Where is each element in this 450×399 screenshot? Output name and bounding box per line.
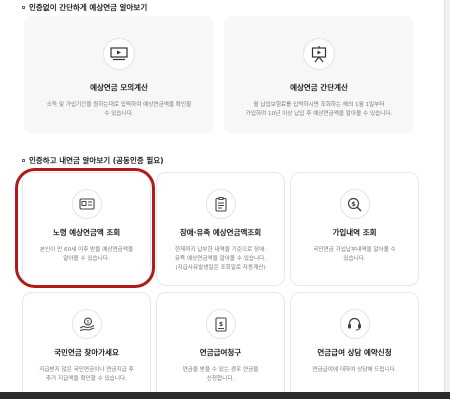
card-description: 지급받지 않은 국민연금이나 연금지급 후 추가 지급액을 확인할 수 있습니다… <box>39 367 134 382</box>
card-title: 가입내역 조회 <box>332 228 377 237</box>
presentation-play-icon <box>303 38 335 70</box>
card-description: 연금을 받을 수 있는 경우 연금을 신청합니다. <box>182 367 259 382</box>
svg-text:$: $ <box>218 321 222 328</box>
card-title: 연금급여청구 <box>199 348 242 357</box>
hand-coin-icon: $ <box>71 309 102 339</box>
card-enrollment-history[interactable]: $ 가입내역 조회 국민연금 가입납부내역을 알아볼 수 있습니다. <box>290 172 419 286</box>
card-description: 연금급여에 대하여 상담해 드립니다. <box>312 367 397 373</box>
card-description: 현재까지 납부한 내역을 기준으로 장애· 유족 예상연금액을 알아볼 수 있습… <box>174 247 267 271</box>
card-title: 예상연금 모의계산 <box>90 83 148 92</box>
svg-text:$: $ <box>351 200 356 208</box>
bottom-bar <box>0 392 450 399</box>
card-find-pension[interactable]: $ 국민연금 찾아가세요 지급받지 않은 국민연금이나 연금지급 후 추가 지급… <box>22 292 151 399</box>
card-description: 소득 및 가입기간을 원하는대로 입력하여 예상연금액을 확인할 수 있습니다. <box>46 102 192 117</box>
svg-text:$: $ <box>86 319 89 325</box>
card-description: 국민연금 가입납부내역을 알아볼 수 있습니다. <box>313 247 396 262</box>
headset-icon <box>339 309 370 339</box>
card-pension-claim[interactable]: $ 연금급여청구 연금을 받을 수 있는 경우 연금을 신청합니다. <box>156 292 285 399</box>
section-title-no-auth: 인증없이 간단하게 예상연금 알아보기 <box>22 2 147 13</box>
card-title: 예상연금 간단계산 <box>290 83 348 92</box>
dollar-search-icon: $ <box>339 189 370 219</box>
video-play-icon <box>103 38 135 70</box>
bullet-icon <box>22 159 25 162</box>
card-disability-survivor[interactable]: 장애·유족 예상연금액조회 현재까지 납부한 내역을 기준으로 장애· 유족 예… <box>156 172 285 286</box>
card-title: 국민연금 찾아가세요 <box>54 348 119 357</box>
card-simple-calc[interactable]: 예상연금 간단계산 월 납입보험료를 입력하시면 조회하는 해의 1월 1일부터… <box>224 16 414 134</box>
document-list-icon <box>205 189 236 219</box>
card-description: 월 납입보험료를 입력하시면 조회하는 해의 1월 1일부터 가입하여 10년 … <box>245 102 393 117</box>
card-simulation-calc[interactable]: 예상연금 모의계산 소득 및 가입기간을 원하는대로 입력하여 예상연금액을 확… <box>24 16 214 134</box>
card-title: 장애·유족 예상연금액조회 <box>179 228 262 237</box>
money-document-icon: $ <box>205 309 236 339</box>
bullet-icon <box>22 6 25 9</box>
section-title-text: 인증없이 간단하게 예상연금 알아보기 <box>29 3 148 12</box>
scrollbar-track[interactable] <box>444 0 450 392</box>
highlight-annotation <box>15 168 155 288</box>
card-title: 연금급여 상담 예약신청 <box>317 348 392 357</box>
card-consult-reservation[interactable]: 연금급여 상담 예약신청 연금급여에 대하여 상담해 드립니다. <box>290 292 419 399</box>
section-title-with-auth: 인증하고 내연금 알아보기 (공동인증 필요) <box>22 155 164 166</box>
section-title-text: 인증하고 내연금 알아보기 (공동인증 필요) <box>29 156 164 165</box>
